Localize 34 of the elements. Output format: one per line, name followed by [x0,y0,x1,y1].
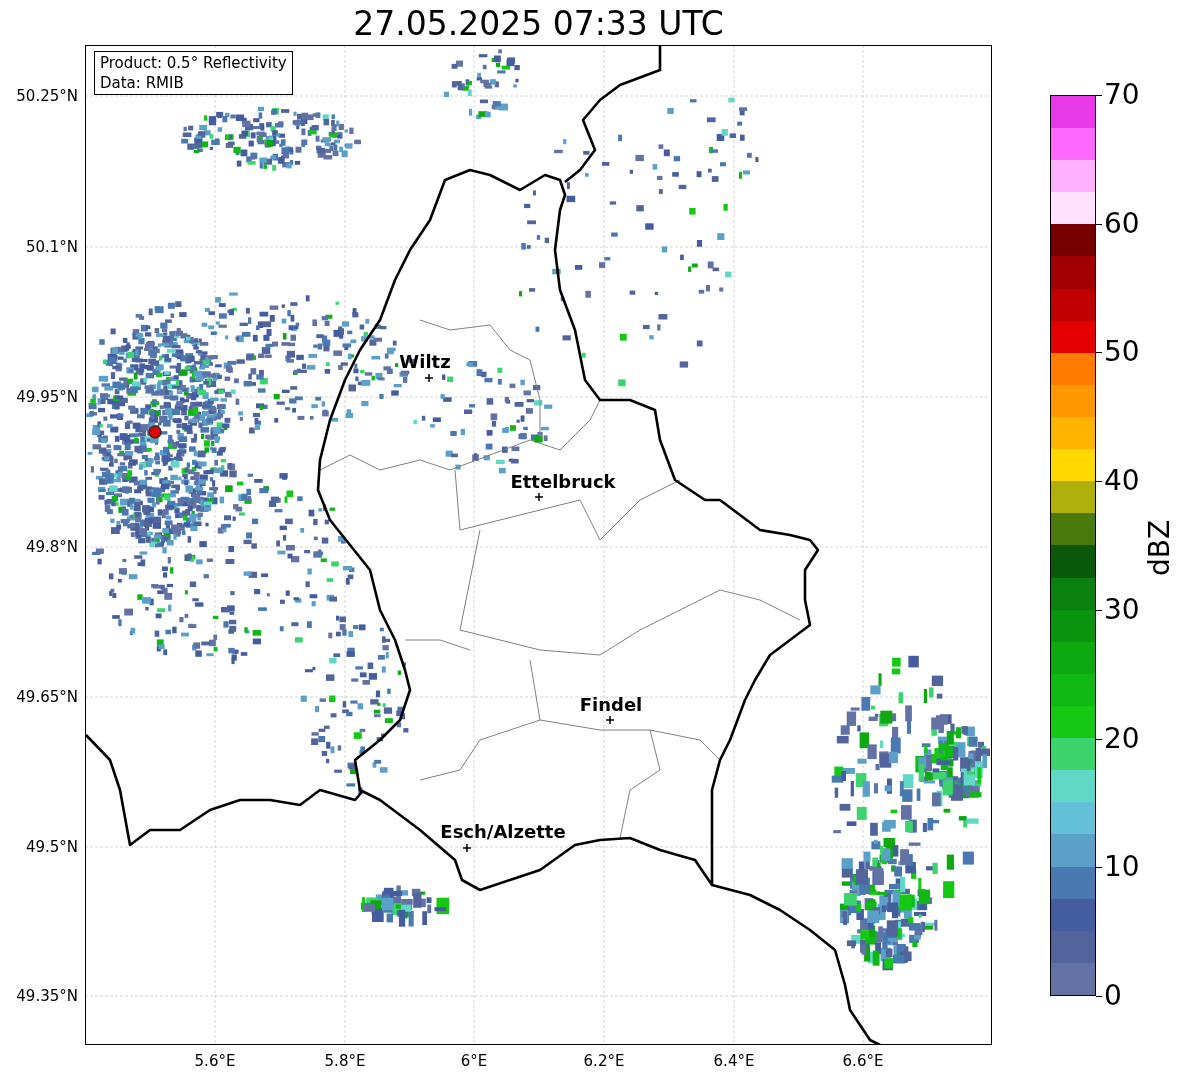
city-marker-icon [424,373,434,383]
axis-tick-label: 49.35°N [16,987,78,1005]
info-text: Data: RMIB [100,73,185,93]
colorbar-label: dBZ [1144,519,1176,577]
colorbar-tick-label: 20 [1104,722,1140,755]
colorbar-tick-label: 40 [1104,465,1140,498]
colorbar-tick-label: 70 [1104,79,1140,111]
axis-tick-label: 5.6°E [194,1052,236,1070]
radar-site-icon [148,425,162,439]
city-label: Esch/Alzette [440,821,566,843]
colorbar-tick-label: 30 [1104,593,1140,626]
axis-tick-label: 49.5°N [25,838,78,856]
axis-tick-label: 49.65°N [16,688,78,706]
axis-tick-label: 6.6°E [842,1052,884,1070]
axis-tick-label: 5.8°E [324,1052,366,1070]
axis-tick-label: 50.25°N [16,87,78,105]
colorbar-tick-label: 50 [1104,336,1140,369]
city-label: Findel [579,694,643,716]
city-label: Ettelbruck [510,471,616,493]
axis-tick-label: 6°E [460,1052,488,1070]
city-marker-icon [462,843,472,853]
city-marker-icon [534,492,544,502]
axis-tick-label: 50.1°N [25,238,78,256]
colorbar-tick-label: 0 [1104,980,1122,1012]
city-label: Wiltz [399,351,451,373]
axis-tick-label: 49.8°N [25,538,78,556]
colorbar-tick-label: 10 [1104,851,1140,884]
info-text: Product: 0.5° Reflectivity [100,53,287,73]
colorbar-tick-label: 60 [1104,207,1140,240]
axis-tick-label: 49.95°N [16,388,78,406]
axis-tick-label: 6.2°E [583,1052,625,1070]
chart-title: 27.05.2025 07:33 UTC [352,4,725,44]
city-marker-icon [605,715,615,725]
axis-tick-label: 6.4°E [713,1052,755,1070]
